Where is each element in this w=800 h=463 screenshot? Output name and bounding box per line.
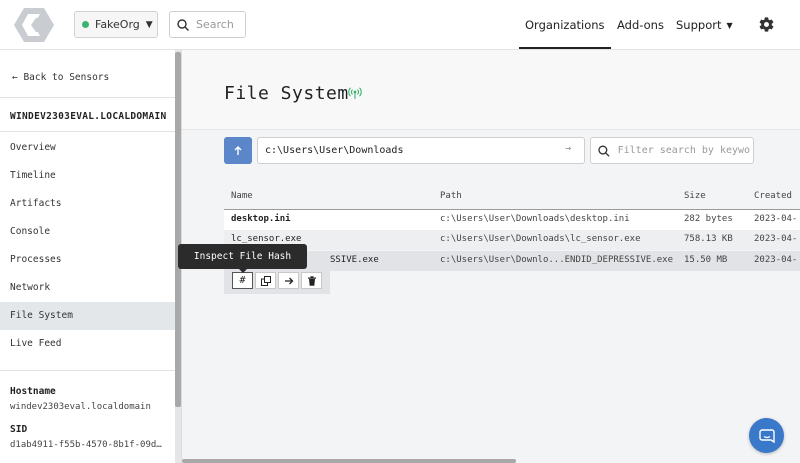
hostname-label: Hostname	[10, 386, 56, 397]
table-row[interactable]: desktop.ini c:\Users\User\Downloads\desk…	[224, 210, 800, 230]
nav-support[interactable]: Support ▼	[676, 0, 733, 50]
table-row[interactable]: SSIVE.exe c:\Users\User\Downlo...ENDID_D…	[224, 251, 800, 271]
horizontal-scrollbar-thumb[interactable]	[182, 459, 516, 463]
arrow-right-icon[interactable]: →	[565, 143, 571, 154]
sidebar-item-file-system[interactable]: File System	[0, 302, 175, 330]
top-bar: FakeOrg ▼ Search Organizations Add-ons S…	[0, 0, 800, 50]
trash-icon	[307, 275, 316, 286]
hostname-value: windev2303eval.localdomain	[10, 402, 151, 412]
nav-addons-label: Add-ons	[617, 18, 664, 32]
sidebar-item-network[interactable]: Network	[0, 274, 175, 302]
tooltip-arrow	[238, 268, 248, 273]
online-signal-icon	[348, 87, 362, 99]
file-path: c:\Users\User\Downlo...ENDID_DEPRESSIVE.…	[440, 255, 673, 265]
file-name: desktop.ini	[231, 214, 291, 224]
column-header-size[interactable]: Size	[684, 191, 706, 201]
arrow-right-icon	[284, 277, 293, 284]
inspect-hash-button[interactable]: #	[232, 272, 253, 289]
limacharlie-logo[interactable]	[14, 8, 54, 42]
nav-organizations[interactable]: Organizations	[525, 0, 605, 50]
file-path: c:\Users\User\Downloads\lc_sensor.exe	[440, 234, 641, 244]
org-selector[interactable]: FakeOrg ▼	[74, 11, 158, 38]
org-name: FakeOrg	[95, 18, 140, 31]
sidebar-item-overview[interactable]: Overview	[0, 134, 175, 162]
file-created: 2023-04-	[754, 255, 798, 265]
navigate-button[interactable]	[278, 272, 299, 289]
arrow-up-icon	[234, 145, 242, 155]
chat-support-button[interactable]	[749, 418, 784, 453]
sidebar-item-artifacts[interactable]: Artifacts	[0, 190, 175, 218]
back-to-sensors-link[interactable]: ← Back to Sensors	[12, 72, 109, 83]
file-name: SSIVE.exe	[330, 255, 379, 265]
filter-input[interactable]	[617, 145, 753, 156]
page-title: File System	[224, 83, 349, 104]
sid-label: SID	[10, 424, 28, 435]
sidebar-item-live-feed[interactable]: Live Feed	[0, 330, 175, 358]
tooltip: Inspect File Hash	[178, 244, 307, 269]
chevron-down-icon: ▼	[145, 19, 153, 30]
copy-button[interactable]	[255, 272, 276, 289]
file-name: lc_sensor.exe	[231, 234, 302, 244]
sensor-hostname-title: WINDEV2303EVAL.LOCALDOMAIN	[10, 111, 167, 122]
gear-icon[interactable]	[758, 16, 775, 33]
sidebar-item-console[interactable]: Console	[0, 218, 175, 246]
sidebar-item-timeline[interactable]: Timeline	[0, 162, 175, 190]
sidebar-divider	[0, 97, 175, 98]
nav-addons[interactable]: Add-ons	[617, 0, 664, 50]
hash-icon: #	[239, 275, 246, 286]
file-created: 2023-04-	[754, 214, 798, 224]
column-header-created[interactable]: Created	[754, 191, 792, 201]
search-icon	[177, 18, 189, 31]
delete-button[interactable]	[301, 272, 322, 289]
column-header-path[interactable]: Path	[440, 191, 462, 201]
sidebar-item-processes[interactable]: Processes	[0, 246, 175, 274]
active-nav-underline	[519, 47, 611, 49]
file-size: 15.50 MB	[684, 255, 728, 265]
chat-icon	[758, 428, 775, 443]
file-path: c:\Users\User\Downloads\desktop.ini	[440, 214, 630, 224]
sidebar-divider	[0, 370, 175, 371]
filter-search-box[interactable]	[590, 137, 754, 164]
table-row[interactable]: lc_sensor.exe c:\Users\User\Downloads\lc…	[224, 230, 800, 250]
sid-value: d1ab4911-f55b-4570-8b1f-09d…	[10, 440, 162, 450]
parent-directory-button[interactable]	[224, 137, 252, 164]
sidebar-divider	[0, 131, 175, 132]
search-placeholder: Search	[196, 18, 234, 31]
file-size: 282 bytes	[684, 214, 733, 224]
global-search[interactable]: Search	[169, 11, 246, 38]
column-header-name[interactable]: Name	[231, 191, 253, 201]
copy-icon	[260, 275, 271, 286]
org-status-dot	[82, 21, 89, 28]
caret-down-icon: ▼	[726, 20, 733, 30]
file-created: 2023-04-	[754, 234, 798, 244]
path-input[interactable]	[257, 137, 585, 164]
nav-organizations-label: Organizations	[525, 18, 605, 32]
search-icon	[598, 144, 610, 157]
file-size: 758.13 KB	[684, 234, 733, 244]
nav-support-label: Support	[676, 18, 722, 32]
